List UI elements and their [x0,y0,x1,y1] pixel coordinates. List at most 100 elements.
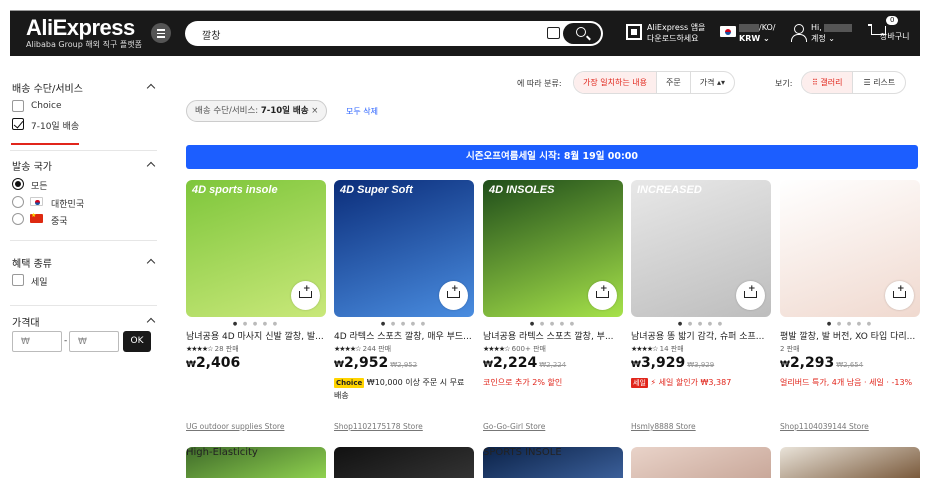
image-search-icon[interactable] [547,27,560,39]
sale-banner[interactable]: 시즌오프여름세일 시작: 8월 19일 00:00 [186,145,918,169]
add-to-cart-button[interactable] [588,281,617,310]
origin-korea-label[interactable]: 대한민국 [51,197,84,210]
currency-symbol: ₩ [780,360,790,370]
product-image[interactable]: High-Elasticity [186,447,326,478]
product-title[interactable]: 평발 깔창, 발 버전, XO 타입 다리... [780,329,920,342]
product-image[interactable]: 4D Super Soft [334,180,474,317]
aliexpress-logo[interactable]: AliExpress Alibaba Group 해외 직구 플랫폼 [26,16,142,50]
choice-option-label[interactable]: Choice [31,101,61,111]
product-image-text: SPORTS INSOLE [483,447,562,458]
sale-option-label[interactable]: 세일 [31,275,48,288]
china-flag-icon [30,212,43,223]
chevron-up-icon[interactable] [146,317,156,327]
cart-label[interactable]: 장바구니 [880,31,909,42]
product-image[interactable]: 4D sports insole [186,180,326,317]
chevron-up-icon[interactable] [146,258,156,268]
currency-symbol: ₩ [483,360,493,370]
rating-stars: ★★★★☆ [631,345,658,353]
original-price: ₩2,952 [390,361,418,369]
store-link[interactable]: Shop1104039144 Store [780,422,869,431]
price-value: 2,224 [492,355,538,371]
origin-china-radio[interactable] [12,213,24,225]
store-link[interactable]: Go-Go-Girl Store [483,422,545,431]
store-link[interactable]: UG outdoor supplies Store [186,422,284,431]
divider [10,240,157,241]
sort-orders[interactable]: 주문 [655,72,690,93]
view-label: 보기: [775,79,793,88]
user-icon[interactable] [790,24,807,42]
product-image[interactable] [780,447,920,478]
currency-label: KRW [739,34,761,43]
korea-flag-icon[interactable] [720,26,736,37]
product-image[interactable]: INCREASED [631,180,771,317]
chevron-up-icon[interactable] [146,161,156,171]
filter-benefit-title[interactable]: 혜택 종류 [12,255,52,270]
origin-all-label[interactable]: 모든 [31,179,48,192]
gallery-view-button[interactable]: ⠿ 갤러리 [802,72,853,93]
cart-count-badge: 0 [886,16,899,25]
product-image[interactable]: SPORTS INSOLE [483,447,623,478]
product-image[interactable] [631,447,771,478]
sort-best-match[interactable]: 가장 일치하는 내용 [574,72,656,93]
origin-china-label[interactable]: 중국 [51,214,68,227]
product-promo: 세일 ⚡ 세일 할인가 ₩3,387 [631,376,771,389]
origin-all-radio[interactable] [12,178,24,190]
search-input[interactable]: 깔창 [202,27,220,42]
clear-all-filters-link[interactable]: 모두 삭제 [346,106,378,117]
sale-checkbox[interactable] [12,274,24,286]
add-to-cart-button[interactable] [291,281,320,310]
price-max-input[interactable]: ₩ [69,331,119,352]
currency-symbol: ₩ [334,360,344,370]
product-promo [186,376,326,389]
price-value: 2,952 [343,355,389,371]
product-image[interactable]: 4D INSOLES [483,180,623,317]
currency-symbol: ₩ [631,360,641,370]
product-rating: ★★★★☆ 600+ 판매 [483,344,546,354]
product-title[interactable]: 남녀공용 라텍스 스포츠 깔창, 부... [483,329,623,342]
product-title[interactable]: 남녀공용 4D 마사지 신발 깔창, 발... [186,329,326,342]
chip-close-icon[interactable]: × [311,106,318,116]
price-ok-button[interactable]: OK [123,331,151,352]
app-download-text[interactable]: AliExpress 앱을 다운로드하세요 [647,22,715,44]
search-button[interactable] [563,23,601,44]
promo-extra: 배송 [334,391,349,400]
product-rating: 2 판매 [780,344,800,354]
search-bar[interactable]: 깔창 [185,21,603,46]
original-price: ₩2,224 [539,361,567,369]
price-min-input[interactable]: ₩ [12,331,62,352]
store-link[interactable]: Shop1102175178 Store [334,422,423,431]
active-filter-chip[interactable]: 배송 수단/서비스: 7-10일 배송 × [186,100,328,122]
carousel-dots: ● ● ● ● ● [529,321,577,327]
product-price: ₩2,224 ₩2,224 [483,355,566,371]
price-value: 3,929 [640,355,686,371]
filter-shipping-title[interactable]: 배송 수단/서비스 [12,80,83,95]
account-menu[interactable]: Hi, 계정 ⌄ [811,22,853,44]
add-to-cart-button[interactable] [736,281,765,310]
promo-text: ⚡ 세일 할인가 ₩3,387 [650,378,732,387]
qr-code-icon[interactable] [626,24,642,40]
carousel-dots: ● ● ● ● ● [232,321,280,327]
chip-value: 7-10일 배송 [260,106,309,116]
original-price: ₩2,654 [836,361,864,369]
add-to-cart-button[interactable] [885,281,914,310]
product-image[interactable] [334,447,474,478]
sort-price[interactable]: 가격 ▴▾ [689,72,734,93]
product-title[interactable]: 4D 라텍스 스포츠 깔창, 매우 부드... [334,329,474,342]
store-link[interactable]: Hsmly8888 Store [631,422,696,431]
product-title[interactable]: 남녀공용 똥 밟기 감각, 슈퍼 소프... [631,329,771,342]
delivery-7-10-checkbox[interactable] [12,118,24,130]
choice-checkbox[interactable] [12,100,24,112]
delivery-7-10-label[interactable]: 7-10일 배송 [31,119,79,132]
chevron-up-icon[interactable] [146,83,156,93]
filter-origin-title[interactable]: 발송 국가 [12,158,52,173]
origin-korea-radio[interactable] [12,196,24,208]
region-currency-selector[interactable]: /KO/ KRW ⌄ [739,22,776,44]
product-image[interactable] [780,180,920,317]
add-to-cart-button[interactable] [439,281,468,310]
category-menu-button[interactable] [151,23,171,43]
selected-underline [11,143,79,145]
filter-price-title[interactable]: 가격대 [12,314,40,329]
rating-stars: ★★★★☆ [483,345,510,353]
carousel-dots: ● ● ● ● ● [826,321,874,327]
list-view-button[interactable]: ☰ 리스트 [852,72,905,93]
